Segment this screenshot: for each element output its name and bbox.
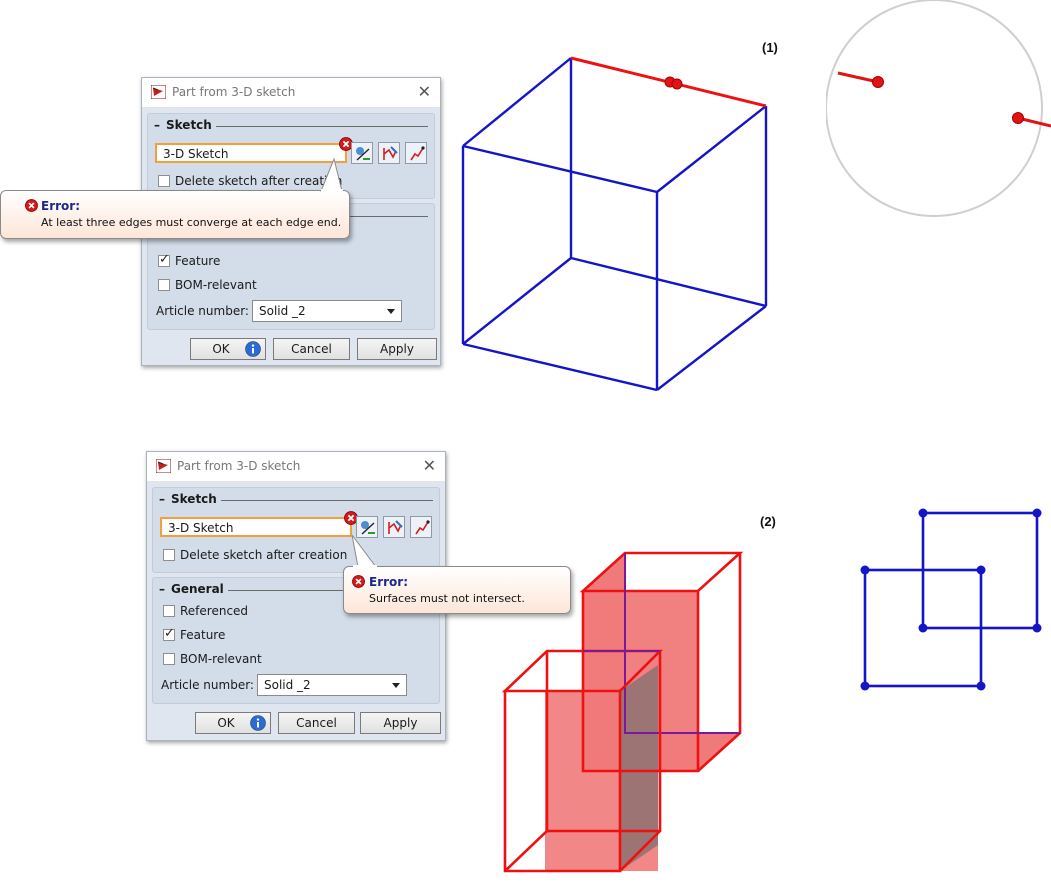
section-heading-sketch: Sketch (166, 118, 216, 132)
error-tooltip-1: Error: At least three edges must converg… (0, 190, 350, 239)
delete-sketch-checkbox[interactable] (158, 175, 170, 187)
referenced-checkbox[interactable] (163, 605, 175, 617)
sketch-curve-icon (413, 519, 431, 537)
info-icon (250, 715, 266, 731)
section-heading-sketch: Sketch (171, 492, 221, 506)
delete-sketch-label: Delete sketch after creation (175, 174, 343, 188)
tooltip-2-pointer (351, 534, 377, 568)
error-tooltip-2: Error: Surfaces must not intersect. (343, 566, 571, 614)
feature-label: Feature (175, 254, 221, 268)
bom-relevant-checkbox[interactable] (163, 653, 175, 665)
sketch-pick-button[interactable] (351, 142, 373, 164)
error-icon (352, 575, 365, 588)
error-title: Error: (369, 575, 408, 589)
hicad-app-icon (151, 85, 166, 99)
zoom-endpoint-left (872, 76, 884, 88)
apply-button[interactable]: Apply (360, 712, 441, 734)
close-icon[interactable]: ✕ (423, 456, 436, 475)
cube1-edge (462, 257, 572, 345)
info-icon (245, 341, 261, 357)
sketch-pick-icon (354, 145, 372, 163)
chevron-down-icon (392, 683, 400, 688)
cube1-edge (462, 342, 658, 392)
apply-button[interactable]: Apply (357, 338, 437, 360)
feature-checkbox[interactable]: ✓ (163, 626, 175, 641)
bom-relevant-label: BOM-relevant (175, 278, 257, 292)
cube1-edge (656, 305, 767, 391)
error-title: Error: (41, 199, 80, 213)
sketch-edit-button[interactable] (383, 516, 405, 538)
overlapping-squares (860, 508, 1042, 691)
dialog-title: Part from 3-D sketch (172, 85, 296, 99)
section-heading-general: General (171, 582, 228, 596)
annotation-label-2: (2) (760, 514, 776, 529)
article-number-label: Article number: (156, 304, 249, 318)
dialog-title: Part from 3-D sketch (177, 459, 301, 473)
cancel-button[interactable]: Cancel (273, 338, 350, 360)
ok-button[interactable]: OK (195, 712, 271, 734)
cube1-edge (462, 57, 572, 147)
sketch-curve-icon (408, 145, 426, 163)
feature-label: Feature (180, 628, 226, 642)
bom-relevant-label: BOM-relevant (180, 652, 262, 666)
article-number-select[interactable]: Solid _2 (257, 674, 407, 696)
dialog-titlebar: Part from 3-D sketch ✕ (147, 452, 445, 482)
sketch-section: – Sketch 3-D Sketch Delete sketch after … (147, 113, 435, 199)
chevron-down-icon (387, 309, 395, 314)
sketch-input[interactable]: 3-D Sketch (155, 143, 347, 163)
article-number-select[interactable]: Solid _2 (252, 300, 402, 322)
hicad-app-icon (156, 459, 171, 473)
dialog-titlebar: Part from 3-D sketch ✕ (142, 78, 440, 108)
sketch-edit-button[interactable] (378, 142, 400, 164)
zoom-endpoint-right (1012, 112, 1024, 124)
sketch-curve-button[interactable] (405, 142, 427, 164)
sketch-input[interactable]: 3-D Sketch (160, 517, 352, 537)
article-number-value: Solid _2 (259, 304, 306, 318)
cube1-edge (656, 105, 767, 193)
delete-sketch-label: Delete sketch after creation (180, 548, 348, 562)
cube1-edge (462, 144, 658, 194)
tooltip-1-pointer (320, 158, 343, 192)
cancel-button[interactable]: Cancel (278, 712, 355, 734)
bom-relevant-checkbox[interactable] (158, 279, 170, 291)
referenced-label: Referenced (180, 604, 249, 618)
zoom-detail-circle (826, 0, 1051, 217)
article-number-value: Solid _2 (264, 678, 311, 692)
sketch-curve-button[interactable] (410, 516, 432, 538)
sketch-edit-icon (386, 519, 404, 537)
error-message: At least three edges must converge at ea… (41, 216, 342, 229)
error-icon (25, 199, 38, 212)
sketch-section: – Sketch 3-D Sketch Delete sketch after … (152, 487, 440, 573)
wireframe-cube-1 (461, 56, 768, 392)
cube1-endpoint (671, 78, 683, 90)
feature-checkbox[interactable]: ✓ (158, 252, 170, 267)
article-number-label: Article number: (161, 678, 254, 692)
sketch-edit-icon (381, 145, 399, 163)
ok-button[interactable]: OK (190, 338, 266, 360)
close-icon[interactable]: ✕ (418, 82, 431, 101)
delete-sketch-checkbox[interactable] (163, 549, 175, 561)
error-message: Surfaces must not intersect. (369, 592, 525, 605)
cube1-edge (570, 256, 767, 308)
